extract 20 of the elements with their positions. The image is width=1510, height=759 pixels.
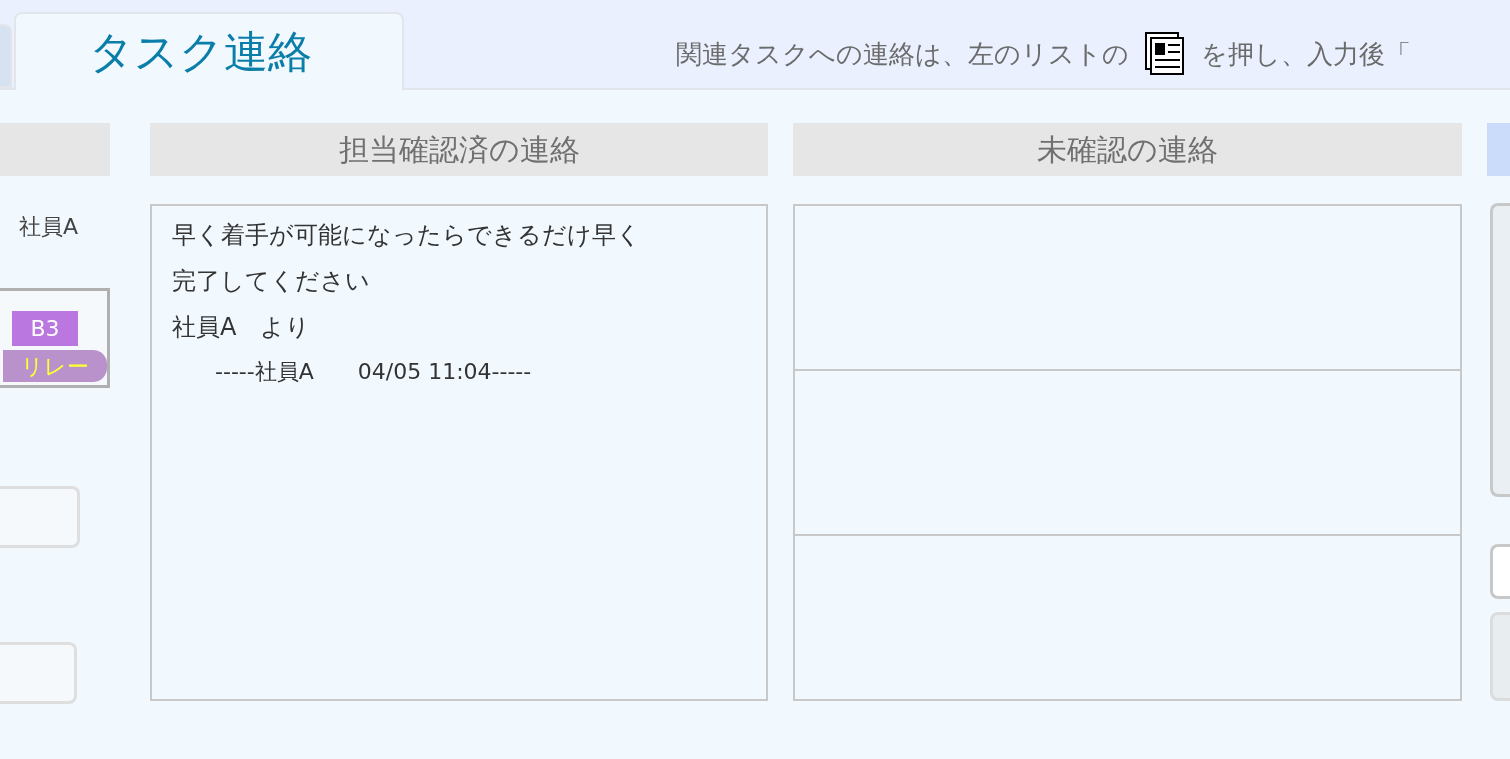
message-text: 早く着手が可能になったらできるだけ早く	[172, 220, 641, 251]
text-area[interactable]	[1490, 203, 1510, 497]
document-icon[interactable]	[1145, 32, 1185, 76]
person-name: 社員A	[18, 212, 79, 241]
send-button[interactable]	[1490, 612, 1510, 701]
tag: リレー	[3, 350, 107, 382]
input-field[interactable]	[0, 642, 77, 704]
instruction-text: 関連タスクへの連絡は、左のリストの	[676, 37, 1129, 71]
column-header: 担当確認済の連絡	[150, 123, 768, 176]
input-field[interactable]	[0, 486, 80, 548]
tab[interactable]: タスク連絡	[14, 12, 404, 90]
instruction-text: を押し、入力後「	[1201, 37, 1411, 71]
message-text: 社員A より	[172, 312, 311, 343]
column-header: 未確認の連絡	[793, 123, 1462, 176]
task-card[interactable]: B3 リレー	[0, 288, 110, 388]
badge: B3	[12, 311, 78, 346]
message-footer: -----社員A 04/05 11:04-----	[215, 350, 532, 394]
input-field[interactable]	[1490, 544, 1510, 599]
column-header	[1487, 123, 1510, 176]
message-text: 完了してください	[172, 266, 370, 297]
